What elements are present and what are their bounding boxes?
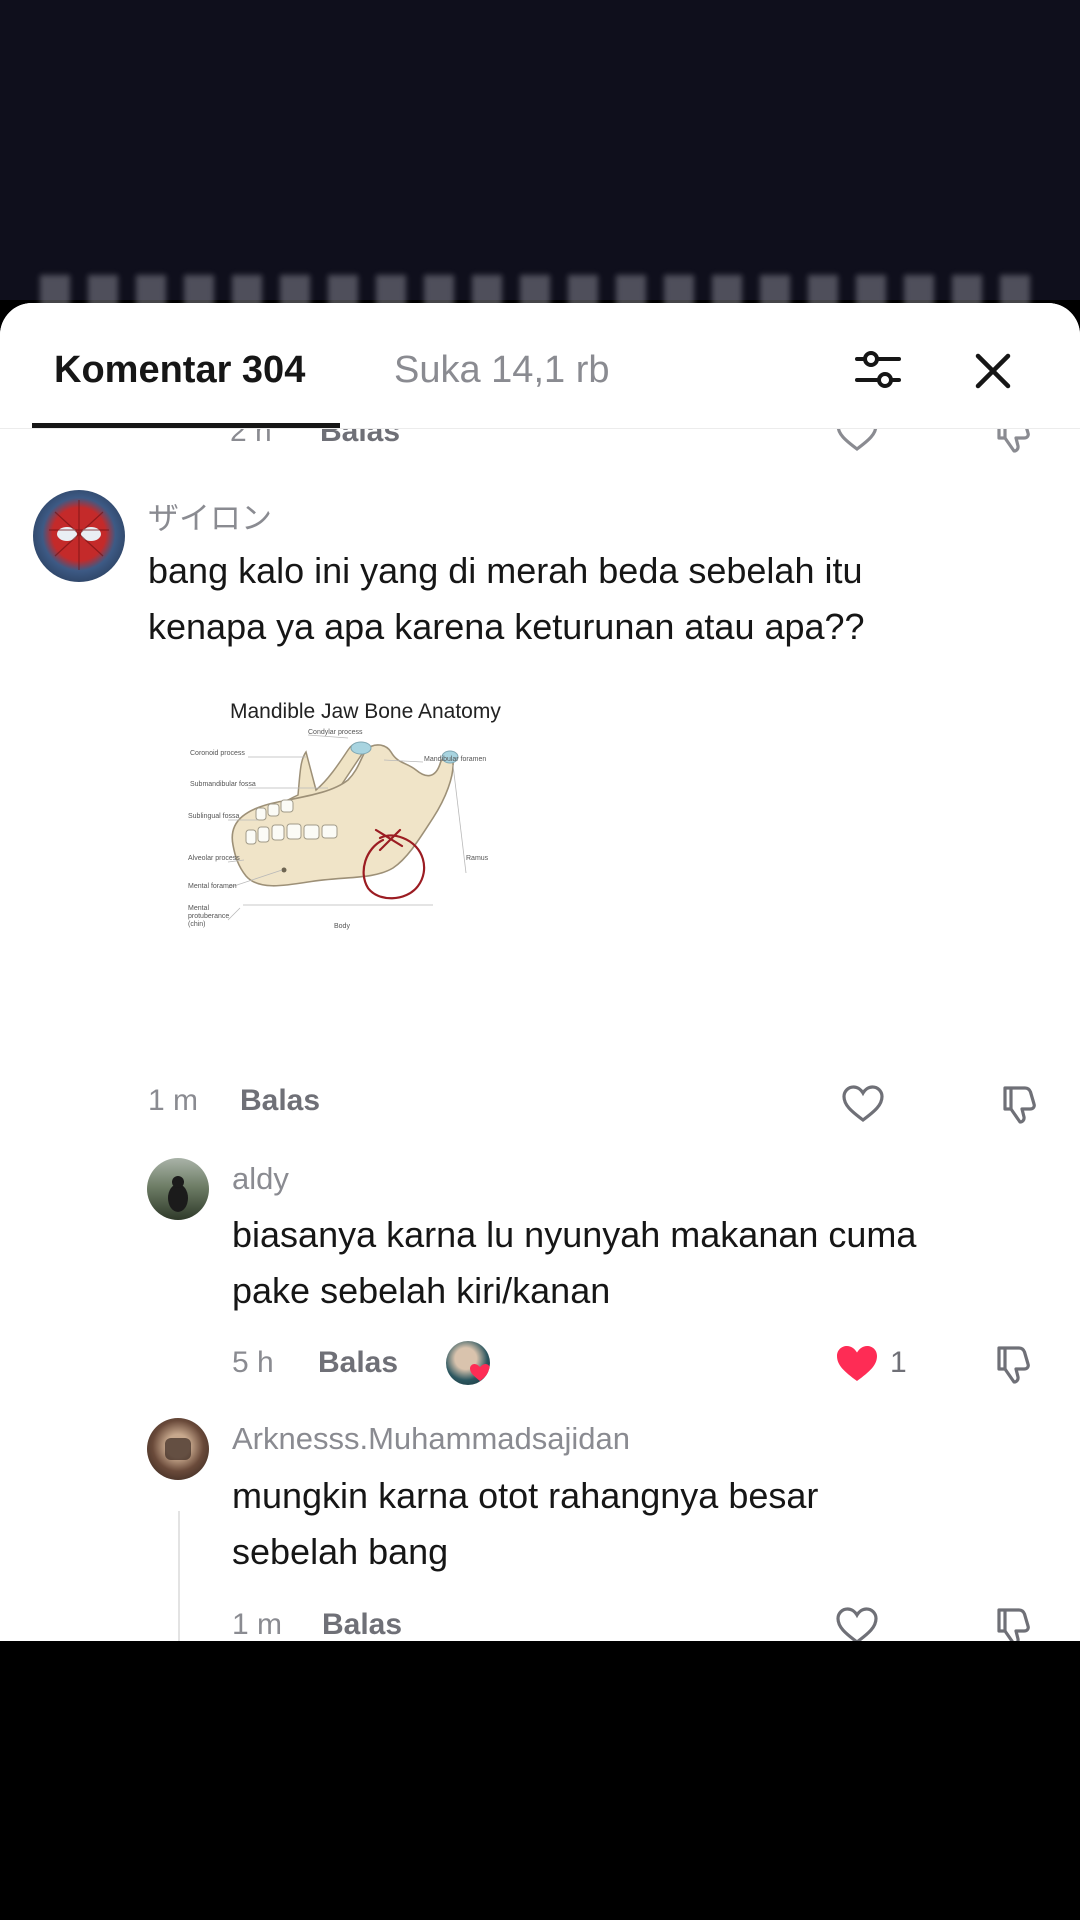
comment-text-line: bang kalo ini yang di merah beda sebelah… [148,550,863,591]
comment-time: 5 h [232,1346,274,1379]
label-sublingual: Sublingual fossa [188,813,240,820]
reply-button[interactable]: Balas [322,1608,402,1641]
comments-header: Komentar 304 Suka 14,1 rb [0,303,1080,429]
comments-sheet: Komentar 304 Suka 14,1 rb 2 h Balas ザイロン… [0,303,1080,1641]
dislike-button[interactable] [994,1079,1044,1129]
dislike-button[interactable] [988,1339,1038,1389]
label-mental-foramen: Mental foramen [188,883,237,890]
label-condylar: Condylar process [308,729,363,736]
filter-button[interactable] [850,343,906,399]
like-button-active[interactable] [832,1339,882,1389]
comment-text-line: kenapa ya apa karena keturunan atau apa?… [148,606,865,647]
thread-line [178,1511,180,1641]
dislike-icon [997,1346,1030,1384]
tab-comments[interactable]: Komentar 304 [54,349,305,392]
filter-icon [855,351,901,388]
label-alveolar: Alveolar process [188,855,240,862]
bottom-bar [0,1641,1080,1920]
comment-image[interactable]: Mandible Jaw Bone Anatomy Condylar proce… [188,680,588,1000]
avatar[interactable] [33,490,125,582]
reply-button[interactable]: Balas [318,1346,398,1380]
label-coronoid: Coronoid process [190,750,245,757]
avatar-image [165,1438,191,1460]
comment-text-line: mungkin karna otot rahangnya besar [232,1475,819,1516]
label-mental-protuberance: Mental [188,905,210,912]
label-mental-protuberance: (chin) [188,921,206,928]
like-button[interactable] [832,1601,882,1641]
comment-text-line: pake sebelah kiri/kanan [232,1270,611,1311]
comment-text-line: biasanya karna lu nyunyah makanan cuma [232,1214,917,1255]
reply-button[interactable]: Balas [240,1084,320,1118]
heart-icon [842,1085,884,1123]
creator-liked-avatar [446,1341,490,1385]
like-count: 1 [890,1346,907,1379]
jaw-bone-illustration [227,734,467,921]
comment-time: 1 m [232,1608,283,1641]
dislike-icon [997,1608,1030,1641]
heart-filled-icon [470,1364,490,1381]
dislike-button[interactable] [988,1601,1038,1641]
comment-text-line: sebelah bang [232,1531,449,1572]
label-body: Body [334,923,350,930]
avatar-image [168,1176,188,1212]
dislike-icon [1003,1086,1036,1124]
label-submandibular: Submandibular fossa [190,781,256,788]
avatar[interactable] [147,1158,209,1220]
close-button[interactable] [965,343,1021,399]
label-mental-protuberance: protuberance [188,913,230,920]
label-mandibular-foramen: Mandibular foramen [424,756,487,763]
header-divider [0,428,1080,429]
comment-username[interactable]: Arknesss.Muhammadsajidan [232,1421,630,1457]
comment-username[interactable]: aldy [232,1161,289,1197]
like-button[interactable] [838,1079,888,1129]
avatar[interactable] [147,1418,209,1480]
tab-likes[interactable]: Suka 14,1 rb [394,349,609,392]
heart-filled-icon [837,1346,877,1381]
heart-icon [836,1607,878,1641]
video-background [0,0,1080,315]
close-icon [975,353,1011,389]
comment-time: 1 m [148,1084,199,1117]
label-ramus: Ramus [466,855,489,862]
avatar-image [49,500,109,570]
comment-username[interactable]: ザイロン [148,493,272,538]
